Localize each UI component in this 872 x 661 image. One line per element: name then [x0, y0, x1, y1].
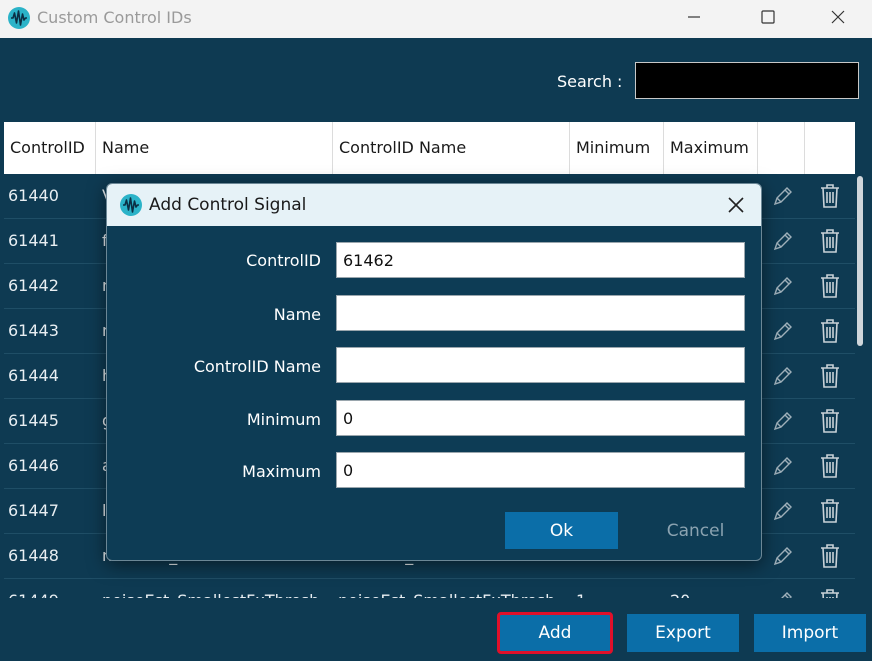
pencil-icon[interactable] — [771, 364, 795, 388]
trash-icon[interactable] — [819, 543, 841, 569]
trash-icon[interactable] — [819, 588, 841, 598]
cell-controlid: 61446 — [8, 456, 59, 475]
header-name[interactable]: Name — [96, 122, 333, 174]
header-controlid-name[interactable]: ControlID Name — [333, 122, 570, 174]
controlid-field[interactable] — [336, 242, 745, 278]
table-header: ControlID Name ControlID Name Minimum Ma… — [4, 122, 855, 174]
cell-controlid: 61449 — [8, 579, 94, 598]
maximize-icon — [761, 10, 775, 24]
maximum-label: Maximum — [242, 462, 321, 481]
search-input[interactable] — [635, 62, 859, 99]
cell-maximum: 20 — [670, 579, 760, 598]
header-delete — [805, 122, 855, 174]
dialog-title-bar: Add Control Signal — [107, 184, 761, 226]
minimum-label: Minimum — [246, 410, 321, 429]
pencil-icon[interactable] — [771, 589, 795, 598]
header-minimum[interactable]: Minimum — [570, 122, 664, 174]
cell-controlid: 61441 — [8, 231, 59, 250]
pencil-icon[interactable] — [771, 184, 795, 208]
pencil-icon[interactable] — [771, 229, 795, 253]
import-button[interactable]: Import — [754, 614, 866, 652]
scrollbar-thumb[interactable] — [857, 176, 863, 346]
trash-icon[interactable] — [819, 363, 841, 389]
cell-controlid: 61447 — [8, 501, 59, 520]
header-controlid[interactable]: ControlID — [4, 122, 96, 174]
dialog-title: Add Control Signal — [149, 195, 307, 215]
name-field[interactable] — [336, 295, 745, 331]
minimize-button[interactable] — [671, 0, 717, 34]
export-button[interactable]: Export — [627, 614, 739, 652]
close-icon[interactable] — [725, 194, 747, 216]
close-window-button[interactable] — [815, 0, 861, 34]
cell-controlid: 61444 — [8, 366, 59, 385]
pencil-icon[interactable] — [771, 274, 795, 298]
pencil-icon[interactable] — [771, 544, 795, 568]
trash-icon[interactable] — [819, 273, 841, 299]
controlid-name-field[interactable] — [336, 347, 745, 383]
trash-icon[interactable] — [819, 408, 841, 434]
add-button[interactable]: Add — [497, 612, 613, 654]
header-edit — [758, 122, 805, 174]
trash-icon[interactable] — [819, 498, 841, 524]
controlid-label: ControlID — [246, 251, 321, 270]
cell-name: noiseEst_SmallestFxThresh — [102, 579, 332, 598]
title-bar: Custom Control IDs — [0, 0, 872, 38]
trash-icon[interactable] — [819, 183, 841, 209]
waveform-logo-icon — [120, 194, 142, 216]
pencil-icon[interactable] — [771, 319, 795, 343]
cell-controlid: 61440 — [8, 186, 59, 205]
trash-icon[interactable] — [819, 228, 841, 254]
trash-icon[interactable] — [819, 453, 841, 479]
maximize-button[interactable] — [745, 0, 791, 34]
pencil-icon[interactable] — [771, 454, 795, 478]
cancel-button[interactable]: Cancel — [639, 512, 752, 549]
cell-controlid: 61448 — [8, 546, 59, 565]
add-control-signal-dialog: Add Control Signal ControlID Name Contro… — [106, 183, 762, 561]
minimum-field[interactable] — [336, 400, 745, 436]
pencil-icon[interactable] — [771, 499, 795, 523]
cell-controlid: 61443 — [8, 321, 59, 340]
close-icon — [831, 10, 845, 24]
waveform-logo-icon — [8, 7, 30, 29]
cell-controlid: 61442 — [8, 276, 59, 295]
table-scrollbar[interactable] — [855, 174, 865, 596]
cell-controlid: 61445 — [8, 411, 59, 430]
cell-minimum: 1 — [576, 579, 666, 598]
search-label: Search : — [557, 72, 623, 91]
header-maximum[interactable]: Maximum — [664, 122, 758, 174]
controlid-name-label: ControlID Name — [193, 357, 321, 376]
window-title: Custom Control IDs — [37, 8, 192, 27]
maximum-field[interactable] — [336, 452, 745, 488]
pencil-icon[interactable] — [771, 409, 795, 433]
name-label: Name — [273, 305, 321, 324]
table-row[interactable]: 61449 noiseEst_SmallestFxThresh noiseEst… — [4, 579, 855, 598]
minimize-icon — [688, 16, 700, 18]
trash-icon[interactable] — [819, 318, 841, 344]
ok-button[interactable]: Ok — [505, 512, 618, 549]
cell-controlid-name: noiseEst_SmallestFxThresh — [338, 579, 568, 598]
